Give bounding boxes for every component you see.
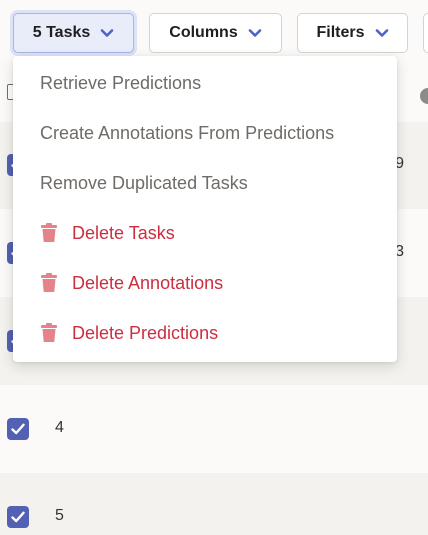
- table-row[interactable]: 4: [0, 385, 428, 473]
- table-row[interactable]: 5: [0, 473, 428, 535]
- chevron-down-icon: [248, 29, 262, 37]
- filters-button[interactable]: Filters: [297, 13, 408, 53]
- menu-item-create-annotations[interactable]: Create Annotations From Predictions: [13, 108, 397, 158]
- menu-item-delete-predictions[interactable]: Delete Predictions: [13, 308, 397, 358]
- menu-item-label: Delete Annotations: [72, 272, 224, 293]
- menu-item-retrieve-predictions[interactable]: Retrieve Predictions: [13, 58, 397, 108]
- menu-item-remove-duplicated[interactable]: Remove Duplicated Tasks: [13, 158, 397, 208]
- tasks-actions-menu: Retrieve Predictions Create Annotations …: [13, 56, 397, 362]
- tasks-actions-label: 5 Tasks: [32, 24, 91, 41]
- toolbar-button-cut[interactable]: [423, 13, 428, 53]
- tasks-actions-button[interactable]: 5 Tasks: [13, 13, 134, 53]
- chevron-down-icon: [100, 29, 114, 37]
- row-id: 5: [55, 507, 64, 524]
- menu-item-delete-tasks[interactable]: Delete Tasks: [13, 208, 397, 258]
- page: 9 3 4 5 5 Tasks Columns Filters Retrieve…: [0, 0, 428, 535]
- menu-item-delete-annotations[interactable]: Delete Annotations: [13, 258, 397, 308]
- row-checkbox[interactable]: [7, 418, 29, 440]
- trash-icon: [41, 223, 57, 242]
- row-id: 4: [55, 419, 64, 436]
- filters-label: Filters: [316, 24, 365, 41]
- trash-icon: [41, 323, 57, 342]
- check-icon: [11, 423, 25, 435]
- check-icon: [11, 511, 25, 523]
- menu-item-label: Retrieve Predictions: [40, 72, 202, 93]
- columns-button[interactable]: Columns: [149, 13, 282, 53]
- row-checkbox[interactable]: [7, 506, 29, 528]
- menu-item-label: Delete Tasks: [72, 222, 175, 243]
- chevron-down-icon: [375, 29, 388, 37]
- menu-item-label: Create Annotations From Predictions: [40, 122, 335, 143]
- menu-item-label: Delete Predictions: [72, 322, 219, 343]
- columns-label: Columns: [169, 24, 238, 41]
- trash-icon: [41, 273, 57, 292]
- menu-item-label: Remove Duplicated Tasks: [40, 172, 248, 193]
